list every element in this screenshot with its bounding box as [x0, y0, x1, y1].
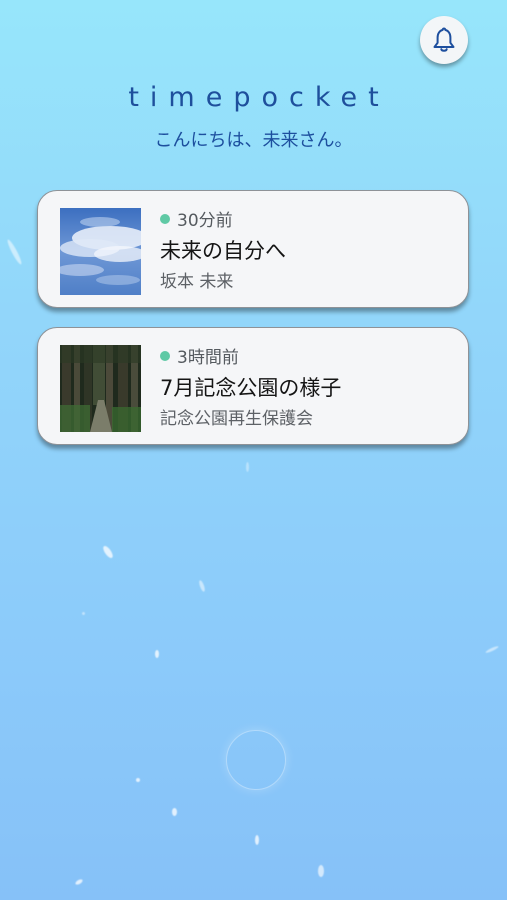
sparkle-decoration [74, 878, 84, 886]
home-screen: timepocket こんにちは、未来さん。 30分前 未来の自分へ 坂本 未来… [0, 0, 507, 900]
sparkle-decoration [246, 462, 249, 472]
message-title: 未来の自分へ [160, 239, 286, 263]
app-logo: timepocket [128, 82, 390, 113]
message-title: 7月記念公園の様子 [160, 376, 342, 400]
message-thumbnail [60, 208, 141, 295]
message-card[interactable]: 3時間前 7月記念公園の様子 記念公園再生保護会 [37, 327, 469, 445]
message-time: 3時間前 [160, 343, 239, 368]
sparkle-decoration [255, 835, 259, 845]
sparkle-decoration [101, 544, 115, 560]
sparkle-decoration [5, 238, 24, 266]
sparkle-decoration [155, 650, 159, 658]
ring-decoration [226, 730, 286, 790]
message-thumbnail [60, 345, 141, 432]
notification-button[interactable] [420, 16, 468, 64]
new-indicator-dot [160, 350, 170, 361]
message-card[interactable]: 30分前 未来の自分へ 坂本 未来 [37, 190, 469, 308]
sparkle-decoration [318, 865, 324, 877]
sparkle-decoration [172, 808, 177, 816]
sparkle-decoration [136, 778, 140, 782]
greeting-text: こんにちは、未来さん。 [154, 130, 353, 151]
sparkle-decoration [82, 612, 85, 615]
message-sender: 坂本 未来 [160, 272, 234, 292]
message-time-label: 3時間前 [177, 348, 239, 368]
new-indicator-dot [160, 213, 170, 224]
bell-icon [431, 26, 457, 54]
sparkle-decoration [198, 579, 206, 593]
message-time-label: 30分前 [177, 211, 233, 231]
message-time: 30分前 [160, 206, 233, 231]
sparkle-decoration [485, 645, 499, 654]
message-sender: 記念公園再生保護会 [160, 409, 313, 429]
